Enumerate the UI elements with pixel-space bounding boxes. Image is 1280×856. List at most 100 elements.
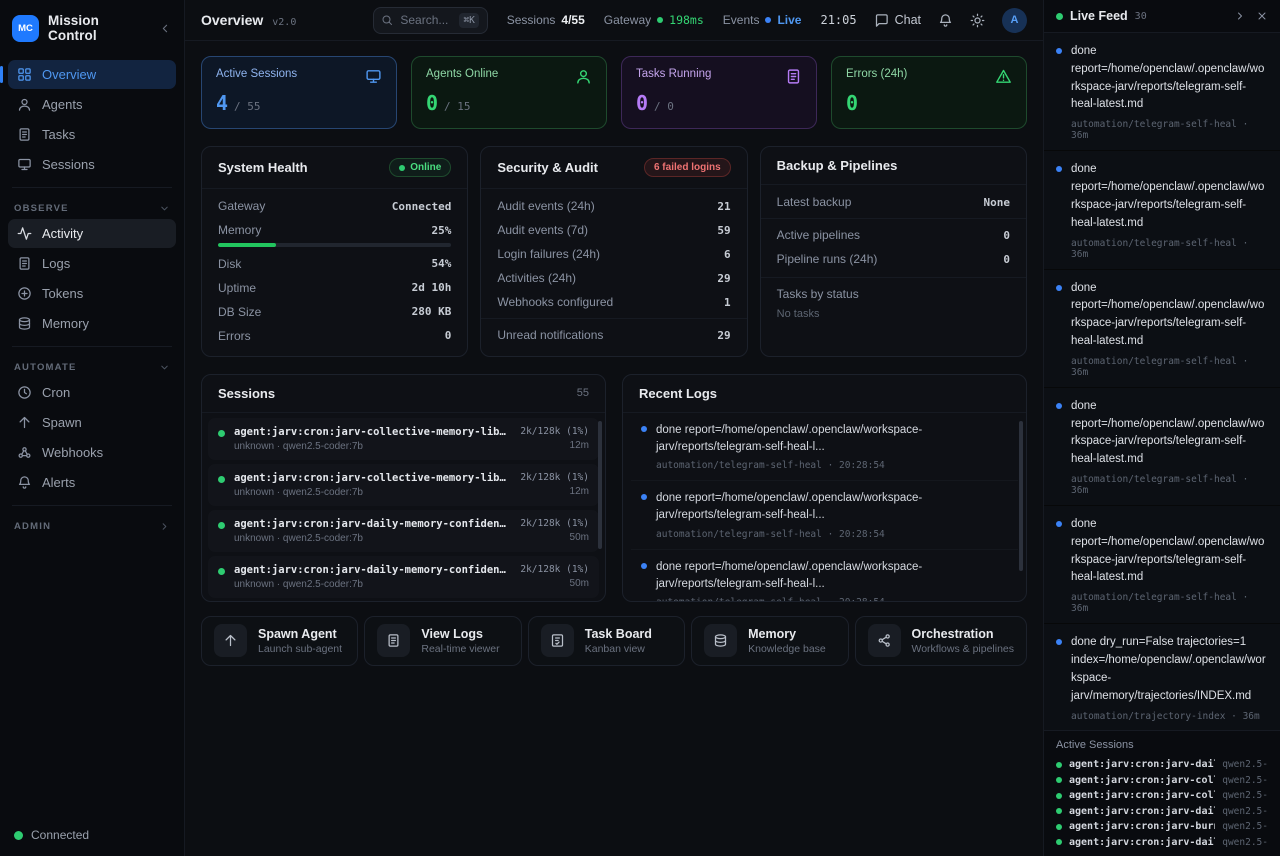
app-logo: MC xyxy=(12,15,39,42)
avatar[interactable]: A xyxy=(1002,8,1027,33)
section-title: OBSERVE xyxy=(14,203,69,214)
stat-label: Errors (24h) xyxy=(846,68,907,80)
quick-actions-row: Spawn Agent Launch sub-agent View Logs R… xyxy=(201,616,1027,666)
sidebar-item-tasks[interactable]: Tasks xyxy=(8,120,176,149)
memory-button[interactable]: Memory Knowledge base xyxy=(691,616,848,666)
stat-total: / 55 xyxy=(234,100,261,113)
session-row[interactable]: agent:jarv:cron:jarv-daily-memory-confid… xyxy=(208,556,599,598)
log-dot xyxy=(641,563,647,569)
active-session-row[interactable]: agent:jarv:cron:jarv-daily-memor… qwen2.… xyxy=(1056,835,1268,851)
sidebar-section-admin[interactable]: ADMIN xyxy=(0,514,184,536)
feed-item-dot xyxy=(1056,285,1062,291)
chat-icon xyxy=(874,13,889,28)
metric-row: Errors 0 xyxy=(202,324,467,348)
sidebar-item-webhooks[interactable]: Webhooks xyxy=(8,438,176,467)
monitor-icon xyxy=(17,157,32,172)
session-row[interactable]: agent:jarv:cron:jarv-daily-memory-confid… xyxy=(208,510,599,552)
session-status-dot xyxy=(218,476,225,483)
search-icon xyxy=(381,14,393,26)
metric-row: Activities (24h) 29 xyxy=(481,266,746,290)
feed-item-dot xyxy=(1056,521,1062,527)
sidebar-item-memory[interactable]: Memory xyxy=(8,309,176,338)
dashboard-content: Active Sessions 4 / 55 Agents Online xyxy=(185,41,1043,856)
live-feed-panel: Live Feed 30 done report=/home/openclaw/… xyxy=(1043,0,1280,856)
metric-row: Audit events (7d) 59 xyxy=(481,218,746,242)
metric-row: Pipeline runs (24h) 0 xyxy=(761,247,1026,271)
session-row[interactable]: agent:jarv:cron:jarv-collective-memory-l… xyxy=(208,418,599,460)
search-box[interactable]: ⌘K xyxy=(373,7,487,34)
session-status-dot xyxy=(1056,824,1062,830)
orchestration-button[interactable]: Orchestration Workflows & pipelines xyxy=(855,616,1028,666)
sessions-indicator: Sessions 4/55 xyxy=(507,13,585,27)
metric-row: DB Size 280 KB xyxy=(202,300,467,324)
live-feed-count: 30 xyxy=(1135,11,1147,22)
sidebar-item-overview[interactable]: Overview xyxy=(8,60,176,89)
session-row[interactable]: agent:jarv:cron:jarv-collective-memory-l… xyxy=(208,464,599,506)
sidebar-item-cron[interactable]: Cron xyxy=(8,378,176,407)
arrow-up-icon xyxy=(17,415,32,430)
spawn-agent-button[interactable]: Spawn Agent Launch sub-agent xyxy=(201,616,358,666)
session-status-dot xyxy=(1056,839,1062,845)
active-session-row[interactable]: agent:jarv:cron:jarv-daily-memor… qwen2.… xyxy=(1056,757,1268,773)
stat-card-active-sessions: Active Sessions 4 / 55 xyxy=(201,56,397,129)
sidebar-item-activity[interactable]: Activity xyxy=(8,219,176,248)
sidebar: MC Mission Control Overview Agents Tasks… xyxy=(0,0,185,856)
active-session-row[interactable]: agent:jarv:cron:jarv-collective-… qwen2.… xyxy=(1056,773,1268,789)
info-panels-row: System Health Online Gateway Connected xyxy=(201,146,1027,357)
grid-icon xyxy=(17,67,32,82)
sidebar-item-agents[interactable]: Agents xyxy=(8,90,176,119)
sidebar-item-label: Overview xyxy=(42,67,96,82)
task-board-button[interactable]: Task Board Kanban view xyxy=(528,616,685,666)
sessions-count: 55 xyxy=(577,387,589,399)
sidebar-item-label: Cron xyxy=(42,385,70,400)
no-tasks-label: No tasks xyxy=(777,308,1010,320)
search-input[interactable] xyxy=(400,13,452,27)
scrollbar-thumb[interactable] xyxy=(598,421,602,549)
feed-expand-icon[interactable] xyxy=(1234,10,1246,22)
bell-icon xyxy=(17,475,32,490)
sidebar-item-spawn[interactable]: Spawn xyxy=(8,408,176,437)
session-status-dot xyxy=(1056,762,1062,768)
session-status-dot xyxy=(1056,793,1062,799)
sidebar-section-automate[interactable]: AUTOMATE xyxy=(0,355,184,377)
stat-total: / 15 xyxy=(444,100,471,113)
active-session-row[interactable]: agent:jarv:cron:jarv-daily-memor… qwen2.… xyxy=(1056,804,1268,820)
sidebar-item-sessions[interactable]: Sessions xyxy=(8,150,176,179)
connection-status-label: Connected xyxy=(31,828,89,842)
sidebar-item-tokens[interactable]: Tokens xyxy=(8,279,176,308)
theme-toggle-button[interactable] xyxy=(970,13,985,28)
feed-item: done report=/home/openclaw/.openclaw/wor… xyxy=(1044,33,1280,151)
monitor-icon xyxy=(365,68,382,85)
sidebar-item-label: Spawn xyxy=(42,415,82,430)
metric-row: Gateway Connected xyxy=(202,194,467,218)
stat-value: 4 xyxy=(216,91,228,115)
backup-pipelines-panel: Backup & Pipelines Latest backup None xyxy=(760,146,1027,357)
activity-icon xyxy=(17,226,32,241)
stat-label: Tasks Running xyxy=(636,68,711,80)
tasks-by-status: Tasks by status No tasks xyxy=(761,277,1026,320)
sidebar-item-label: Tokens xyxy=(42,286,83,301)
active-session-row[interactable]: agent:jarv:cron:jarv-collective-… qwen2.… xyxy=(1056,788,1268,804)
lists-row: Sessions 55 agent:jarv:cron:jarv-collect… xyxy=(201,374,1027,602)
sidebar-collapse-icon[interactable] xyxy=(159,22,172,35)
log-dot xyxy=(641,426,647,432)
active-session-row[interactable]: agent:jarv:cron:jarv-burnin-heal… qwen2.… xyxy=(1056,819,1268,835)
feed-item-dot xyxy=(1056,166,1062,172)
divider xyxy=(12,346,172,347)
webhook-icon xyxy=(17,445,32,460)
main-area: Overview v2.0 ⌘K Sessions 4/55 Gateway 1… xyxy=(185,0,1043,856)
scrollbar-thumb[interactable] xyxy=(1019,421,1023,571)
chat-button[interactable]: Chat xyxy=(874,13,921,28)
close-icon[interactable] xyxy=(1256,10,1268,22)
notifications-button[interactable] xyxy=(938,13,953,28)
clock-icon xyxy=(17,385,32,400)
sidebar-section-observe[interactable]: OBSERVE xyxy=(0,196,184,218)
connection-status: Connected xyxy=(0,814,184,856)
metric-row: Uptime 2d 10h xyxy=(202,276,467,300)
security-audit-panel: Security & Audit 6 failed logins Audit e… xyxy=(480,146,747,357)
log-dot xyxy=(641,494,647,500)
sidebar-item-alerts[interactable]: Alerts xyxy=(8,468,176,497)
view-logs-button[interactable]: View Logs Real-time viewer xyxy=(364,616,521,666)
metric-row: Webhooks configured 1 xyxy=(481,290,746,314)
sidebar-item-logs[interactable]: Logs xyxy=(8,249,176,278)
